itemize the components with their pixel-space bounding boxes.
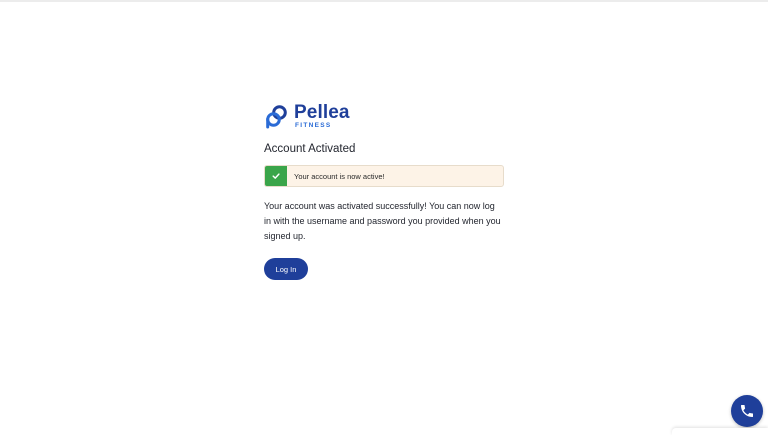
activation-message: Your account was activated successfully!… — [264, 201, 501, 241]
pellea-logo-icon — [266, 105, 287, 129]
login-button[interactable]: Log In — [264, 258, 308, 280]
top-border — [0, 0, 768, 2]
brand-logo[interactable]: Pellea FITNESS — [264, 100, 504, 132]
brand-subtitle: FITNESS — [295, 121, 332, 129]
brand-name: Pellea — [294, 101, 350, 123]
success-alert: Your account is now active! — [264, 165, 504, 187]
check-icon — [265, 166, 287, 186]
brand-text: Pellea FITNESS — [294, 103, 350, 130]
alert-message: Your account is now active! — [294, 171, 385, 181]
call-button[interactable] — [731, 395, 763, 427]
page-title: Account Activated — [264, 143, 356, 155]
phone-icon — [741, 405, 753, 417]
activation-card: Pellea FITNESS Account Activated Your ac… — [264, 100, 504, 280]
corner-widget[interactable] — [672, 428, 768, 435]
